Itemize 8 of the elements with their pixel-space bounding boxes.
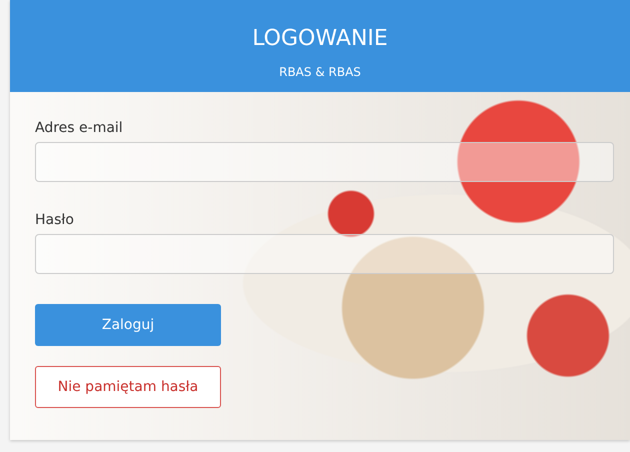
page-subtitle: RBAS & RBAS [279,65,361,79]
field-label: Hasło [35,212,75,228]
page-title: LOGOWANIE [252,26,388,51]
login-button[interactable]: Zaloguj [35,304,221,346]
input-field[interactable] [35,142,614,182]
forgot-password-button[interactable]: Nie pamiętam hasła [35,366,221,408]
field-label: Adres e-mail [35,120,124,136]
input-field[interactable] [35,234,614,274]
